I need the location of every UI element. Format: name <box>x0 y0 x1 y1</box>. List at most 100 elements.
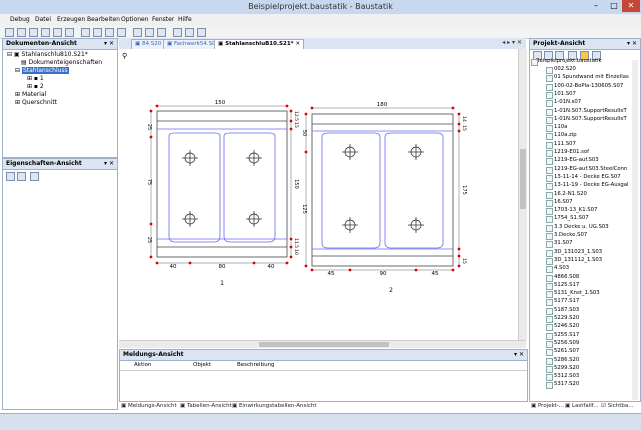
tab-sichtbarkeit[interactable]: ☑ Sichtba... <box>601 402 633 411</box>
view-icon[interactable] <box>157 28 166 37</box>
project-list-item[interactable]: 5187.S03 <box>554 307 579 313</box>
project-list-item[interactable]: 110a <box>554 124 567 130</box>
project-list-item[interactable]: 5317.S20 <box>554 381 579 387</box>
panel-pin-icon[interactable]: ▾ ✕ <box>104 39 114 49</box>
project-list-item[interactable]: 5229.S20 <box>554 315 579 321</box>
menu-fenster[interactable]: Fenster <box>152 16 174 23</box>
export-icon[interactable] <box>197 28 206 37</box>
project-list-item[interactable]: 100-02-BoPla-130605.S07 <box>554 83 623 89</box>
tab-controls-icon[interactable]: ◂ ▸ ▾ ✕ <box>502 39 522 46</box>
tab-tabellen-ansicht[interactable]: ▣ Tabellen-Ansicht <box>180 402 232 411</box>
project-list-item[interactable]: 5256.S09 <box>554 340 579 346</box>
project-list-item[interactable]: 110a.zip <box>554 132 577 138</box>
project-list-item[interactable]: 01 Spundwand mit Einzellas <box>554 74 629 80</box>
project-list-item[interactable]: 13-11-19 - Decke EG-Ausgal <box>554 182 628 188</box>
menu-datei[interactable]: Datei <box>35 16 51 23</box>
project-list-item[interactable]: 002.S20 <box>554 66 576 72</box>
project-list-item[interactable]: 5246.S20 <box>554 323 579 329</box>
tree-item-stahlanschluss[interactable]: ⊟ Stahlanschluss <box>15 67 69 74</box>
tab-lastfall[interactable]: ▣ Lastfallf... <box>565 402 599 411</box>
project-list-item[interactable]: 111.S07 <box>554 141 576 147</box>
panel-pin-icon[interactable]: ▾ ✕ <box>514 350 524 360</box>
project-list-item[interactable]: 3D_131023_1.S03 <box>554 249 602 255</box>
project-list-item[interactable]: 1-01N.S07.SupportResultsT <box>554 108 627 114</box>
project-list-item[interactable]: 3.Decke.S07 <box>554 232 587 238</box>
tree-root[interactable]: ⊟ ▣ Stahlanschlu810.S21* <box>7 51 88 58</box>
tab-meldungs-ansicht[interactable]: ▣ Meldungs-Ansicht <box>121 402 177 411</box>
column-beschreibung[interactable]: Beschreibung <box>237 361 275 370</box>
maximize-button[interactable]: □ <box>605 0 623 12</box>
close-button[interactable]: ✕ <box>622 0 640 12</box>
project-list-item[interactable]: 3D_131112_1.S03 <box>554 257 602 263</box>
tab-stahlanschluss[interactable]: ▣ StahlanschluB10.S21* ✕ <box>214 39 305 49</box>
minimize-button[interactable]: – <box>587 0 605 12</box>
tree-item-dokumenteigenschaften[interactable]: ▤ Dokumenteigenschaften <box>21 59 102 66</box>
project-list-item[interactable]: 1219-EG-auf.S03.SteelConn <box>554 166 627 172</box>
drawing-canvas[interactable]: ⚲ 150 40 80 40 25 75 25 12.5 15 150 11.5… <box>119 49 518 340</box>
tree-item-material[interactable]: ⊞ Material <box>15 91 46 98</box>
info-icon[interactable] <box>185 28 194 37</box>
project-list-item[interactable]: 16.2-N1.S20 <box>554 191 587 197</box>
help-icon[interactable] <box>173 28 182 37</box>
dim-right-2c: 175 <box>461 185 467 195</box>
project-list-item[interactable]: 5131_Knst_1.S03 <box>554 290 600 296</box>
project-list-item[interactable]: 1219-EG-auf.S03 <box>554 157 599 163</box>
open-icon[interactable] <box>17 28 26 37</box>
project-list-item[interactable]: 1-01N.s07 <box>554 99 581 105</box>
undo-icon[interactable] <box>105 28 114 37</box>
panel-pin-icon[interactable]: ▾ ✕ <box>104 159 114 169</box>
new-icon[interactable] <box>5 28 14 37</box>
copy-icon[interactable] <box>53 28 62 37</box>
project-scrollbar[interactable] <box>632 60 638 400</box>
project-list-item[interactable]: 13-11-14 - Decke EG.S07 <box>554 174 621 180</box>
tab-projekt[interactable]: ▣ Projekt-... <box>531 402 564 411</box>
delete-icon[interactable] <box>93 28 102 37</box>
redo-icon[interactable] <box>117 28 126 37</box>
menu-bearbeiten[interactable]: Bearbeiten <box>87 16 120 23</box>
column-aktion[interactable]: Aktion <box>134 361 151 370</box>
tree-item-1[interactable]: ⊞ ▪ 1 <box>27 75 44 82</box>
project-list-item[interactable]: 1219-E01.sof <box>554 149 589 155</box>
panel-pin-icon[interactable]: ▾ ✕ <box>627 39 637 49</box>
cut-icon[interactable] <box>81 28 90 37</box>
project-list-item[interactable]: 5286.S20 <box>554 357 579 363</box>
menu-debug[interactable]: Debug <box>10 16 30 23</box>
project-list-item[interactable]: 5312.S03 <box>554 373 579 379</box>
column-objekt[interactable]: Objekt <box>193 361 211 370</box>
project-list-item[interactable]: 4.S03 <box>554 265 569 271</box>
dim-left-2b: 125 <box>301 204 307 214</box>
calculate-icon[interactable] <box>133 28 142 37</box>
sort-alphabetical-icon[interactable] <box>17 172 26 181</box>
project-list-item[interactable]: 1703-13_K1.S07 <box>554 207 597 213</box>
property-pages-icon[interactable] <box>30 172 39 181</box>
project-list-item[interactable]: 5125.S17 <box>554 282 579 288</box>
project-list-item[interactable]: 4866.S08 <box>554 274 579 280</box>
canvas-vertical-scrollbar[interactable] <box>518 49 527 340</box>
project-root[interactable]: Beispielprojekt.baustatik <box>536 58 602 64</box>
project-list-item[interactable]: 5177.S17 <box>554 298 579 304</box>
canvas-horizontal-scrollbar[interactable] <box>119 340 526 348</box>
save-icon[interactable] <box>29 28 38 37</box>
project-list-item[interactable]: 1754_S1.S07 <box>554 215 589 221</box>
tab-einwirkungstabellen-ansicht[interactable]: ▣ Einwirkungstabellen-Ansicht <box>232 402 317 411</box>
project-list-item[interactable]: 101.S07 <box>554 91 576 97</box>
project-list-item[interactable]: 5255.S17 <box>554 332 579 338</box>
project-list-item[interactable]: 3.3 Decke u. UG.S03 <box>554 224 609 230</box>
project-list-item[interactable]: 16.S07 <box>554 199 573 205</box>
paste-icon[interactable] <box>65 28 74 37</box>
print-icon[interactable] <box>41 28 50 37</box>
tab-84[interactable]: ▣ 84.S20 <box>131 39 166 49</box>
project-list-item[interactable]: 5299.S20 <box>554 365 579 371</box>
vertical-scroll-thumb[interactable] <box>520 149 526 209</box>
tree-item-2[interactable]: ⊞ ▪ 2 <box>27 83 44 90</box>
sort-categorized-icon[interactable] <box>6 172 15 181</box>
tree-item-querschnitt[interactable]: ⊞ Querschnitt <box>15 99 57 106</box>
horizontal-scroll-thumb[interactable] <box>259 342 389 347</box>
menu-erzeugen[interactable]: Erzeugen <box>57 16 85 23</box>
menu-hilfe[interactable]: Hilfe <box>178 16 192 23</box>
project-list-item[interactable]: 5261.S07 <box>554 348 579 354</box>
project-list-item[interactable]: 31.S07 <box>554 240 573 246</box>
settings-icon[interactable] <box>145 28 154 37</box>
menu-optionen[interactable]: Optionen <box>121 16 149 23</box>
project-list-item[interactable]: 1-01N.S07.SupportResultsT <box>554 116 627 122</box>
